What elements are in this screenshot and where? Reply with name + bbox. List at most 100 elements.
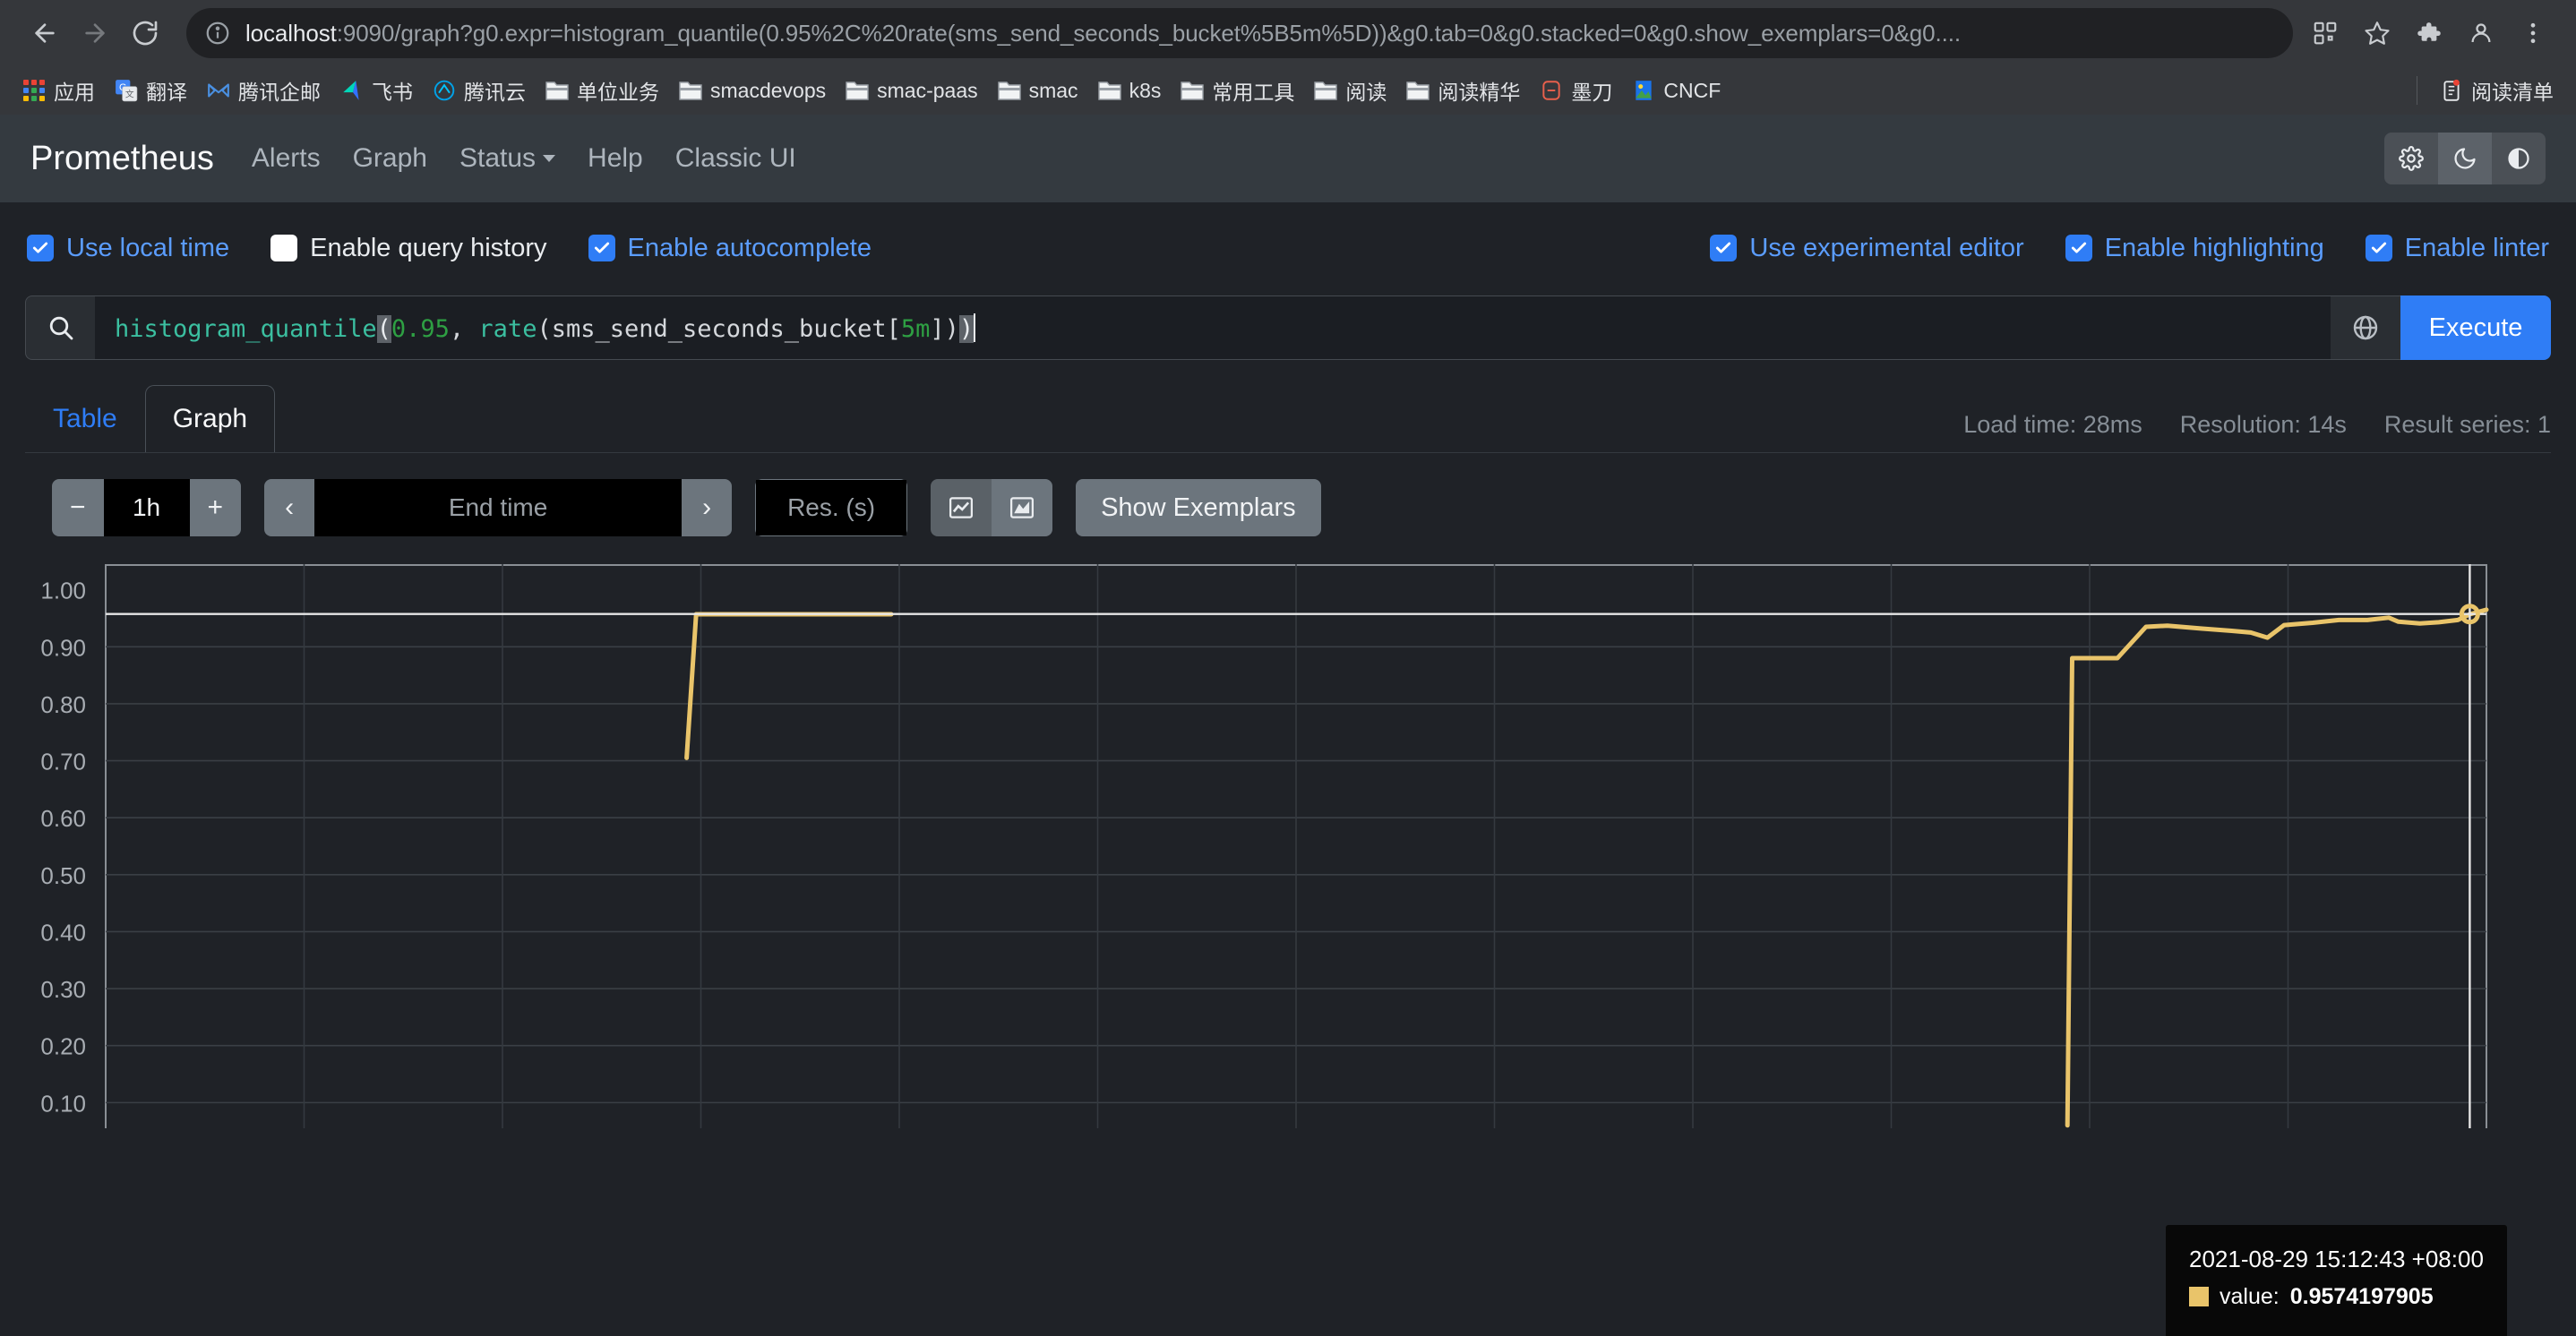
bookmarks-bar-right: 阅读清单 (2408, 71, 2563, 110)
checkbox-checked-icon[interactable] (2065, 235, 2092, 261)
bookmark-label: 应用 (54, 75, 95, 106)
nav-link-status[interactable]: Status (459, 143, 555, 174)
tencent-mail-icon (207, 79, 230, 102)
load-time: Load time: 28ms (1963, 411, 2142, 439)
time-range-group: − 1h + (52, 479, 241, 536)
bookmarks-bar: 应用 G文 翻译 腾讯企邮 飞书 腾讯云 (0, 66, 2576, 115)
forward-arrow-icon[interactable] (70, 8, 120, 58)
y-axis-tick-label: 0.60 (40, 805, 86, 832)
y-axis-tick-label: 0.70 (40, 749, 86, 775)
folder-icon (1181, 79, 1204, 102)
bookmark-label: 阅读精华 (1438, 75, 1520, 106)
y-axis-tick-label: 0.80 (40, 691, 86, 718)
bookmark-star-icon[interactable] (2354, 10, 2400, 56)
range-input[interactable]: 1h (104, 479, 190, 536)
option-enable-autocomplete[interactable]: Enable autocomplete (588, 234, 872, 263)
option-label: Use local time (66, 234, 229, 263)
bookmark-tencent-mail[interactable]: 腾讯企邮 (197, 71, 331, 110)
nav-link-help[interactable]: Help (588, 143, 643, 174)
tencent-cloud-icon (433, 79, 456, 102)
expr-token: ) (959, 315, 974, 343)
decrease-range-button[interactable]: − (52, 479, 104, 536)
option-use-experimental-editor[interactable]: Use experimental editor (1710, 234, 2023, 263)
folder-icon (679, 79, 702, 102)
execute-button[interactable]: Execute (2400, 295, 2551, 360)
show-exemplars-button[interactable]: Show Exemplars (1076, 479, 1321, 536)
option-enable-highlighting[interactable]: Enable highlighting (2065, 234, 2324, 263)
bookmark-folder-k8s[interactable]: k8s (1088, 71, 1172, 110)
back-arrow-icon[interactable] (20, 8, 70, 58)
magnifier-icon[interactable] (25, 295, 95, 360)
bookmark-feishu[interactable]: 飞书 (331, 71, 423, 110)
y-axis-tick-label: 0.30 (40, 976, 86, 1003)
next-time-button[interactable]: › (682, 479, 732, 536)
reload-icon[interactable] (120, 8, 170, 58)
nav-label: Classic UI (675, 143, 796, 174)
bookmark-folder-tools[interactable]: 常用工具 (1171, 71, 1304, 110)
prometheus-app: Prometheus Alerts Graph Status Help Clas… (0, 115, 2576, 1336)
expression-bar: histogram_quantile(0.95, rate(sms_send_s… (0, 295, 2576, 360)
page-info-icon[interactable] (204, 20, 231, 47)
auto-contrast-icon[interactable] (2492, 133, 2546, 184)
profile-avatar-icon[interactable] (2458, 10, 2504, 56)
extensions-puzzle-icon[interactable] (2406, 10, 2452, 56)
checkbox-unchecked-icon[interactable] (270, 235, 297, 261)
google-translate-icon: G文 (115, 79, 138, 102)
tab-table[interactable]: Table (25, 385, 145, 453)
nav-link-alerts[interactable]: Alerts (252, 143, 321, 174)
globe-icon[interactable] (2331, 295, 2400, 360)
expr-token: ]) (930, 315, 959, 343)
increase-range-button[interactable]: + (190, 479, 242, 536)
bookmark-label: smacdevops (710, 79, 826, 103)
checkbox-checked-icon[interactable] (2366, 235, 2392, 261)
apps-grid-icon (22, 79, 46, 102)
checkbox-checked-icon[interactable] (27, 235, 54, 261)
bookmark-folder-reading[interactable]: 阅读 (1304, 71, 1396, 110)
tabs-divider (25, 452, 2551, 453)
chrome-menu-icon[interactable] (2510, 10, 2556, 56)
end-time-input[interactable]: End time (314, 479, 682, 536)
bookmark-folder-danwei[interactable]: 单位业务 (536, 71, 669, 110)
bookmark-folder-reading-best[interactable]: 阅读精华 (1396, 71, 1530, 110)
bookmark-apps[interactable]: 应用 (13, 71, 105, 110)
tooltip-value-row: value: 0.9574197905 (2189, 1280, 2484, 1313)
folder-icon (545, 79, 569, 102)
page-title[interactable]: Prometheus (30, 140, 214, 178)
bookmark-label: 单位业务 (577, 75, 659, 106)
tab-graph[interactable]: Graph (145, 385, 275, 453)
checkbox-checked-icon[interactable] (588, 235, 615, 261)
qr-code-icon[interactable] (2302, 10, 2348, 56)
series-line (687, 614, 892, 758)
folder-icon (1098, 79, 1121, 102)
checkbox-checked-icon[interactable] (1710, 235, 1737, 261)
bookmark-folder-smac[interactable]: smac (988, 71, 1088, 110)
bookmark-folder-smacdevops[interactable]: smacdevops (669, 71, 836, 110)
bookmark-modao[interactable]: 墨刀 (1530, 71, 1622, 110)
nav-label: Help (588, 143, 643, 174)
previous-time-button[interactable]: ‹ (264, 479, 314, 536)
bookmark-label: smac-paas (877, 79, 977, 103)
url-bar[interactable]: localhost:9090/graph?g0.expr=histogram_q… (186, 8, 2293, 58)
url-path: :9090/graph?g0.expr=histogram_quantile(0… (337, 20, 1961, 47)
option-enable-query-history[interactable]: Enable query history (270, 234, 546, 263)
moon-icon[interactable] (2438, 133, 2492, 184)
option-use-local-time[interactable]: Use local time (27, 234, 229, 263)
nav-link-classic-ui[interactable]: Classic UI (675, 143, 796, 174)
resolution-input[interactable]: Res. (s) (756, 480, 906, 535)
bookmark-tencent-cloud[interactable]: 腾讯云 (423, 71, 536, 110)
bookmark-translate[interactable]: G文 翻译 (105, 71, 197, 110)
query-expression-input[interactable]: histogram_quantile(0.95, rate(sms_send_s… (95, 295, 2331, 360)
line-chart-icon[interactable] (931, 479, 992, 536)
time-series-chart[interactable]: 1.000.900.800.700.600.500.400.300.200.10 (0, 555, 2540, 1128)
bookmark-cncf[interactable]: CNCF (1622, 71, 1730, 110)
bookmark-label: 墨刀 (1571, 75, 1612, 106)
option-enable-linter[interactable]: Enable linter (2366, 234, 2549, 263)
nav-link-graph[interactable]: Graph (353, 143, 427, 174)
stacked-area-chart-icon[interactable] (992, 479, 1052, 536)
folder-icon (1406, 79, 1430, 102)
expr-token: 0.95 (391, 315, 450, 343)
browser-nav-row: localhost:9090/graph?g0.expr=histogram_q… (0, 0, 2576, 66)
reading-list-button[interactable]: 阅读清单 (2430, 71, 2563, 110)
gear-icon[interactable] (2384, 133, 2438, 184)
bookmark-folder-smac-paas[interactable]: smac-paas (836, 71, 987, 110)
